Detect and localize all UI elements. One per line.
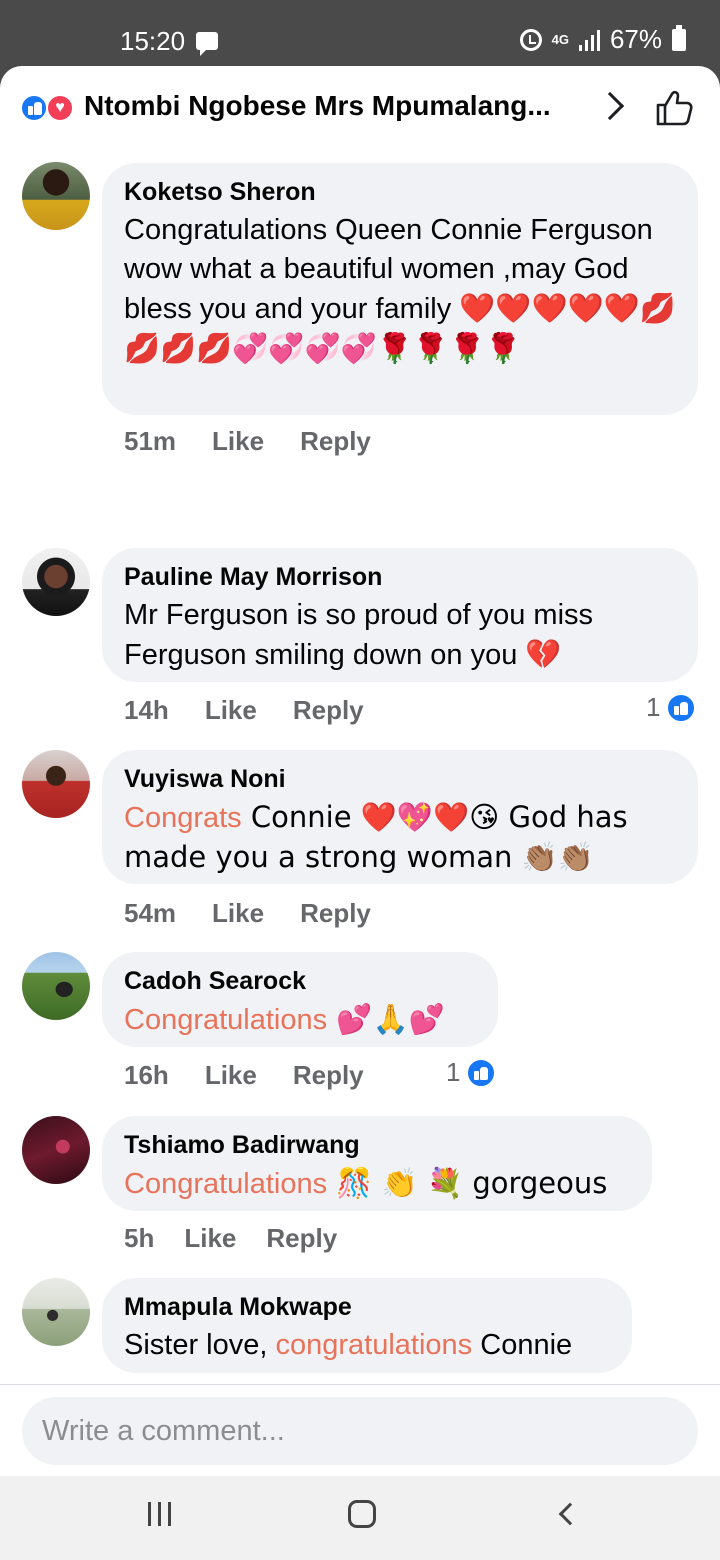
like-reaction-icon xyxy=(666,692,697,723)
reply-button[interactable]: Reply xyxy=(300,426,371,457)
comment-text: Congrats Connie ❤️💖❤️😘 God has made you … xyxy=(124,798,676,878)
network-type-icon: 4G xyxy=(551,31,569,47)
like-button[interactable]: Like xyxy=(184,1223,236,1254)
highlighted-text: Congratulations xyxy=(124,1168,328,1200)
avatar[interactable] xyxy=(22,1116,90,1184)
highlighted-text: Congrats xyxy=(124,802,242,834)
battery-percent: 67% xyxy=(609,24,662,54)
comment-emoji: 💔 xyxy=(525,637,562,671)
avatar[interactable] xyxy=(22,1278,90,1346)
comment-time: 51m xyxy=(124,426,177,456)
reaction-count[interactable]: 1 xyxy=(446,1057,497,1088)
comment-text: Sister love, congratulations Connie xyxy=(124,1326,610,1365)
reaction-count-number: 1 xyxy=(446,1057,461,1087)
chevron-right-icon[interactable] xyxy=(595,91,625,121)
love-reaction-icon[interactable] xyxy=(46,94,74,122)
comment-body: 🎊 👏 💐 gorgeous xyxy=(327,1166,608,1200)
status-time: 15:20 xyxy=(120,26,186,56)
sheet-header: Ntombi Ngobese Mrs Mpumalang... xyxy=(0,66,720,150)
comment-time: 16h xyxy=(124,1060,169,1090)
highlighted-text: Congratulations xyxy=(124,1004,328,1036)
home-icon[interactable] xyxy=(348,1500,376,1528)
signal-icon xyxy=(578,29,600,51)
comment-input[interactable] xyxy=(22,1397,698,1465)
comment-actions: 5h Like Reply xyxy=(124,1223,337,1254)
like-reaction-icon xyxy=(466,1057,497,1088)
comment-author[interactable]: Tshiamo Badirwang xyxy=(124,1130,630,1160)
reply-button[interactable]: Reply xyxy=(293,695,364,726)
comment-bubble[interactable]: Vuyiswa Noni Congrats Connie ❤️💖❤️😘 God … xyxy=(102,750,698,884)
comments-list[interactable]: Koketso Sheron Congratulations Queen Con… xyxy=(0,150,720,1386)
comment-bubble[interactable]: Pauline May Morrison Mr Ferguson is so p… xyxy=(102,548,698,682)
comment-composer xyxy=(0,1384,720,1476)
avatar[interactable] xyxy=(22,162,90,230)
comment-body: Mr Ferguson is so proud of you miss Ferg… xyxy=(124,599,594,671)
avatar[interactable] xyxy=(22,952,90,1020)
battery-icon xyxy=(672,24,686,51)
back-icon[interactable] xyxy=(558,1502,582,1526)
comment-time: 14h xyxy=(124,695,169,725)
like-button[interactable]: Like xyxy=(212,426,264,457)
comment-text: Congratulations 💕🙏💕 xyxy=(124,1000,476,1040)
status-indicators: 4G 67% xyxy=(519,24,686,55)
message-icon xyxy=(196,32,218,56)
comment-actions: 14h Like Reply xyxy=(124,695,364,726)
comment-body: Connie xyxy=(472,1329,573,1361)
comments-sheet: Ntombi Ngobese Mrs Mpumalang... Koketso … xyxy=(0,66,720,1560)
recents-icon[interactable] xyxy=(148,1502,174,1528)
comment-author[interactable]: Cadoh Searock xyxy=(124,966,476,996)
reply-button[interactable]: Reply xyxy=(266,1223,337,1254)
comment-author[interactable]: Pauline May Morrison xyxy=(124,562,676,592)
reply-button[interactable]: Reply xyxy=(293,1060,364,1091)
reaction-count-number: 1 xyxy=(646,692,661,722)
comment-actions: 54m Like Reply xyxy=(124,898,371,929)
like-button[interactable]: Like xyxy=(212,898,264,929)
comment-text: Congratulations Queen Connie Ferguson wo… xyxy=(124,211,676,369)
comment-bubble[interactable]: Mmapula Mokwape Sister love, congratulat… xyxy=(102,1278,632,1373)
alarm-icon xyxy=(519,28,542,51)
system-nav-bar xyxy=(0,1476,720,1560)
like-button[interactable]: Like xyxy=(205,695,257,726)
avatar[interactable] xyxy=(22,548,90,616)
avatar[interactable] xyxy=(22,750,90,818)
comment-author[interactable]: Koketso Sheron xyxy=(124,177,676,207)
like-outline-icon[interactable] xyxy=(654,88,694,128)
like-button[interactable]: Like xyxy=(205,1060,257,1091)
comment-text: Congratulations 🎊 👏 💐 gorgeous xyxy=(124,1164,630,1204)
comment-author[interactable]: Vuyiswa Noni xyxy=(124,764,676,794)
reply-button[interactable]: Reply xyxy=(300,898,371,929)
comment-text: Mr Ferguson is so proud of you miss Ferg… xyxy=(124,596,676,675)
reaction-count[interactable]: 1 xyxy=(646,692,697,723)
like-reaction-icon[interactable] xyxy=(20,94,48,122)
comment-bubble[interactable]: Tshiamo Badirwang Congratulations 🎊 👏 💐 … xyxy=(102,1116,652,1211)
comment-time: 5h xyxy=(124,1223,155,1253)
highlighted-text: congratulations xyxy=(275,1329,473,1361)
comment-author[interactable]: Mmapula Mokwape xyxy=(124,1292,610,1322)
comment-bubble[interactable]: Cadoh Searock Congratulations 💕🙏💕 xyxy=(102,952,498,1047)
comment-time: 54m xyxy=(124,898,177,928)
post-author-title[interactable]: Ntombi Ngobese Mrs Mpumalang... xyxy=(84,90,551,122)
comment-body: 💕🙏💕 xyxy=(327,1002,445,1036)
comment-actions: 16h Like Reply xyxy=(124,1060,364,1091)
comment-actions: 51m Like Reply xyxy=(124,426,371,457)
comment-bubble[interactable]: Koketso Sheron Congratulations Queen Con… xyxy=(102,163,698,415)
comment-body-start: Sister love, xyxy=(124,1329,276,1361)
